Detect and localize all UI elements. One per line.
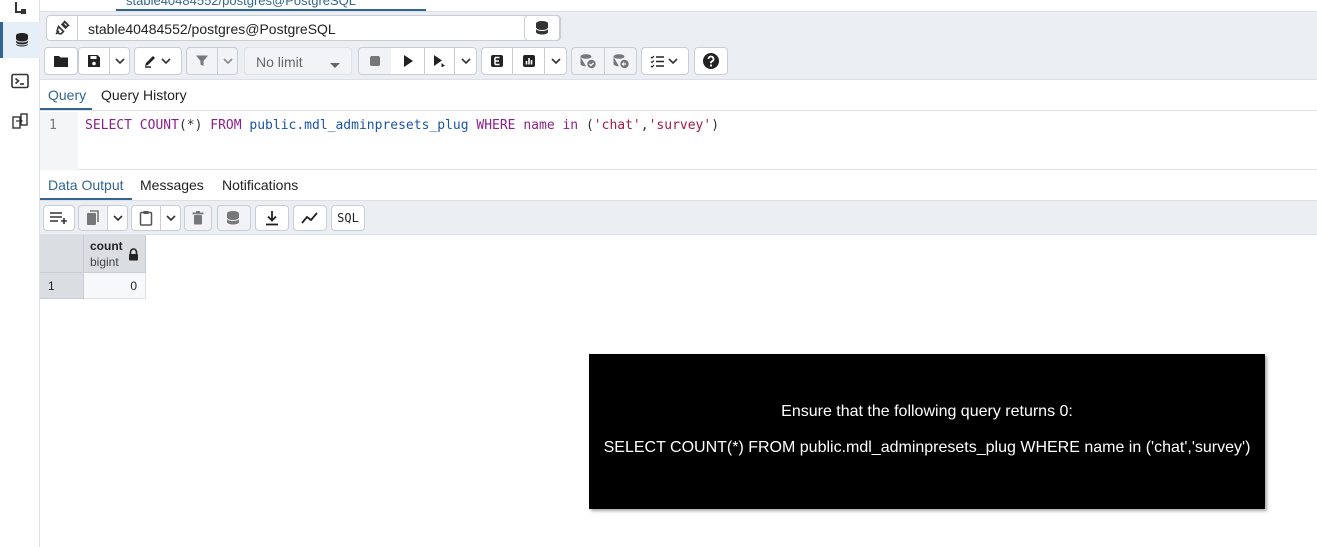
tab-messages-label: Messages	[140, 177, 204, 193]
lock-icon	[128, 248, 139, 266]
filter-button[interactable]	[186, 47, 218, 75]
explain-dropdown[interactable]	[545, 47, 567, 75]
paste-button[interactable]	[131, 205, 161, 231]
sql-table-name: public.mdl_adminpresets_plug	[249, 118, 469, 133]
rollback-button[interactable]	[605, 47, 637, 75]
explain-button[interactable]	[481, 47, 513, 75]
instruction-text: Ensure that the following query returns …	[781, 403, 1073, 420]
connection-status-icon[interactable]	[46, 15, 78, 41]
row-limit-value: No limit	[256, 54, 303, 70]
copy-options-dropdown[interactable]	[108, 205, 128, 231]
line-number: 1	[49, 118, 57, 133]
schema-diff-icon[interactable]	[0, 103, 40, 139]
sql-open-paren: (	[585, 118, 594, 133]
save-file-button[interactable]	[78, 47, 110, 75]
chevron-down-icon	[329, 57, 341, 75]
sql-function-count: COUNT	[139, 118, 179, 133]
tab-notifications-label: Notifications	[222, 177, 299, 193]
add-row-button[interactable]	[43, 205, 75, 231]
macros-button[interactable]	[641, 47, 689, 75]
save-options-dropdown[interactable]	[110, 47, 130, 75]
graph-visualiser-button[interactable]	[293, 205, 327, 231]
query-tabs: Query Query History	[40, 80, 1317, 111]
sql-string-chat: 'chat'	[593, 118, 641, 133]
copy-button[interactable]	[78, 205, 108, 231]
column-type: bigint	[90, 255, 119, 269]
change-connection-db-icon[interactable]	[524, 15, 560, 41]
pgadmin-query-tool: stable40484552/postgres@PostgreSQL stabl…	[0, 0, 1317, 547]
active-tab-indicator	[40, 198, 132, 200]
sql-keyword-where: WHERE	[476, 118, 516, 133]
save-data-changes-button[interactable]	[217, 205, 251, 231]
explain-analyze-button[interactable]	[513, 47, 545, 75]
query-tool-db-icon[interactable]	[0, 22, 40, 58]
sql-column-name: name	[523, 118, 555, 133]
tab-query-tool[interactable]: stable40484552/postgres@PostgreSQL	[116, 0, 426, 11]
commit-button[interactable]	[571, 47, 605, 75]
cell-value: 0	[130, 279, 137, 293]
sql-keyword-from: FROM	[210, 118, 242, 133]
tab-query-label: Query	[48, 87, 87, 103]
tab-title: stable40484552/postgres@PostgreSQL	[126, 0, 357, 8]
connection-select[interactable]: stable40484552/postgres@PostgreSQL	[77, 15, 561, 41]
download-button[interactable]	[255, 205, 289, 231]
tab-data-output[interactable]: Data Output	[40, 171, 132, 201]
execute-options-button[interactable]	[425, 47, 455, 75]
line-gutter: 1	[40, 112, 78, 170]
stop-button[interactable]	[358, 47, 392, 75]
grid-corner-cell[interactable]	[40, 235, 84, 273]
connection-label: stable40484552/postgres@PostgreSQL	[88, 21, 336, 37]
tab-query-history-label: Query History	[101, 87, 187, 103]
sql-button-label: SQL	[337, 211, 359, 225]
tab-notifications[interactable]: Notifications	[216, 171, 310, 201]
output-tabs: Data Output Messages Notifications	[40, 171, 1317, 201]
sql-paren-star: (*)	[178, 118, 203, 133]
row-number-cell[interactable]: 1	[40, 273, 84, 299]
tab-strip: stable40484552/postgres@PostgreSQL	[40, 0, 1317, 12]
left-icon-rail	[0, 0, 40, 547]
open-file-button[interactable]	[44, 47, 78, 75]
terminal-icon[interactable]	[0, 63, 40, 99]
sql-editor[interactable]: 1 SELECT COUNT(*) FROM public.mdl_adminp…	[40, 112, 1317, 170]
query-toolbar: No limit	[40, 44, 1317, 80]
tab-messages[interactable]: Messages	[136, 171, 210, 201]
instruction-query-text: SELECT COUNT(*) FROM public.mdl_adminpre…	[603, 439, 1251, 456]
filter-dropdown[interactable]	[218, 47, 238, 75]
sql-comma: ,	[640, 118, 649, 133]
delete-row-button[interactable]	[184, 205, 212, 231]
connection-bar: stable40484552/postgres@PostgreSQL	[40, 12, 1317, 44]
row-limit-select[interactable]: No limit	[244, 47, 352, 75]
tab-query[interactable]: Query	[40, 80, 92, 111]
sql-keyword-select: SELECT	[85, 118, 132, 133]
row-number: 1	[48, 279, 55, 293]
execute-dropdown[interactable]	[455, 47, 477, 75]
data-output-toolbar: SQL	[40, 201, 1317, 235]
instruction-overlay: Ensure that the following query returns …	[589, 354, 1265, 509]
execute-button[interactable]	[391, 47, 425, 75]
edit-button[interactable]	[134, 47, 182, 75]
sql-code-line[interactable]: SELECT COUNT(*) FROM public.mdl_adminpre…	[85, 118, 719, 133]
column-name: count	[90, 239, 123, 253]
sql-string-survey: 'survey'	[648, 118, 712, 133]
active-tab-indicator	[40, 108, 92, 110]
tab-query-history[interactable]: Query History	[96, 80, 196, 111]
paste-options-dropdown[interactable]	[161, 205, 181, 231]
tab-data-output-label: Data Output	[48, 177, 124, 193]
column-header-count[interactable]: count bigint	[84, 235, 146, 273]
sql-close-paren: )	[711, 118, 720, 133]
sql-button[interactable]: SQL	[331, 205, 365, 231]
sql-keyword-in: in	[562, 118, 579, 133]
help-button[interactable]	[694, 47, 728, 75]
table-cell[interactable]: 0	[84, 273, 146, 299]
